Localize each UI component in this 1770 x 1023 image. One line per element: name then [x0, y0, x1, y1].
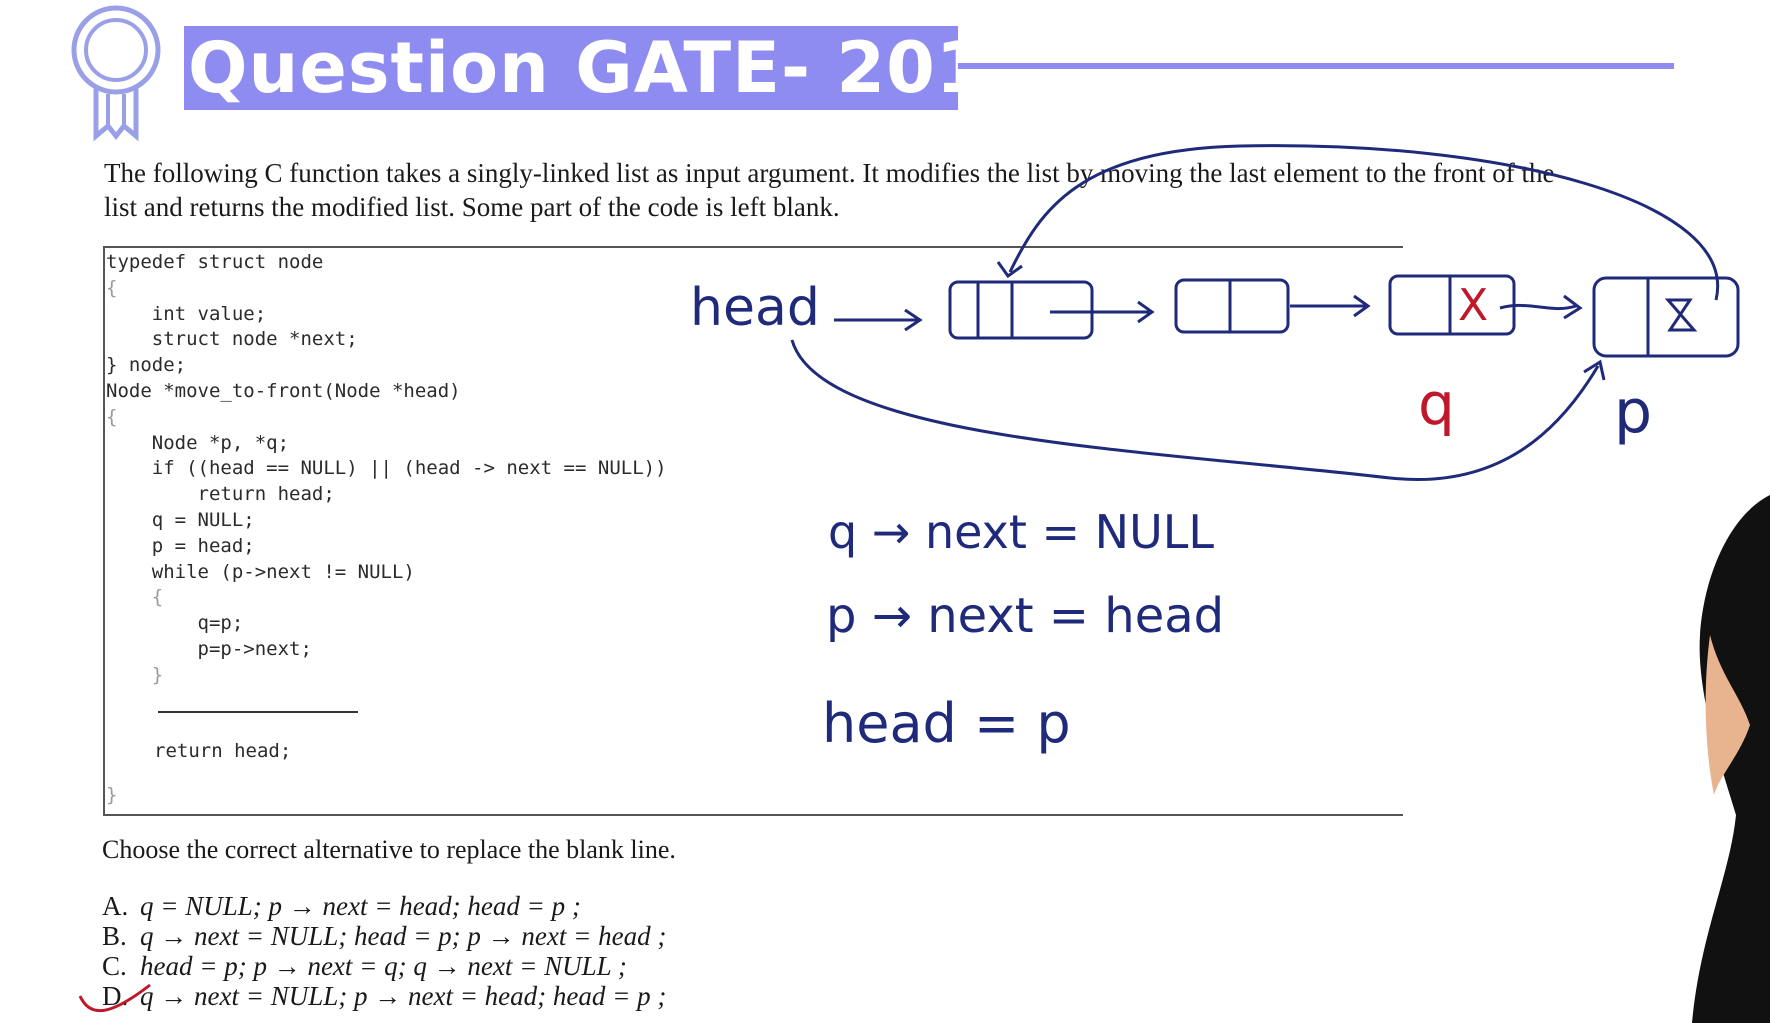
x-mark: X: [1458, 280, 1488, 331]
list-node-2: [1174, 278, 1290, 334]
presenter-silhouette: [1692, 495, 1770, 1023]
bottom-arc-arrow: [790, 339, 1600, 481]
hand-line-2: p → next = head: [826, 588, 1224, 644]
list-node-1: [948, 280, 1094, 340]
hand-q-label: q: [1418, 370, 1455, 438]
hand-head-label: head: [690, 278, 820, 338]
hand-line-1: q → next = NULL: [828, 505, 1214, 559]
hand-p-label: p: [1614, 377, 1652, 447]
hand-line-3: head = p: [822, 692, 1071, 755]
check-mark-icon: [78, 983, 151, 1013]
handwriting-layer: head X q p q → next = NULL p → next = he…: [78, 144, 1740, 1013]
list-node-q: [1388, 274, 1516, 336]
